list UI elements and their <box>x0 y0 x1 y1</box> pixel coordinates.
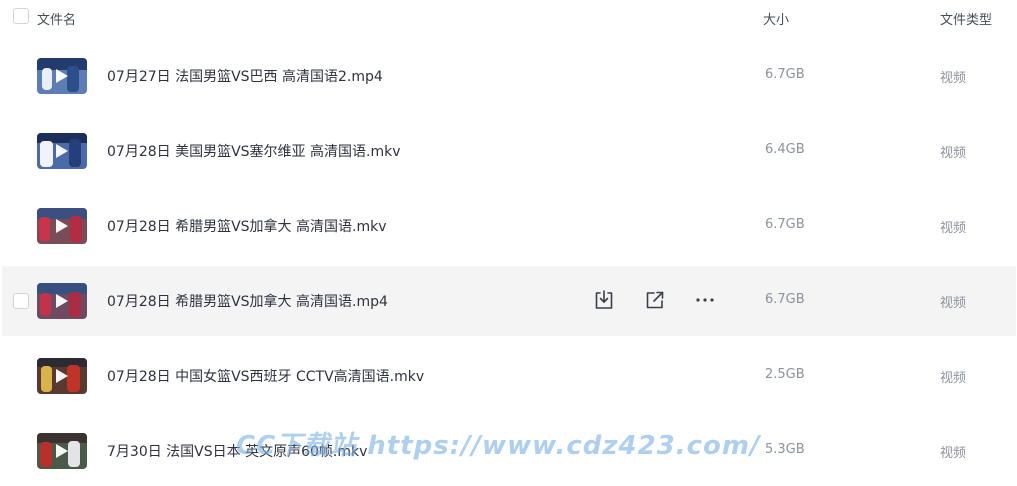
video-thumbnail <box>37 358 87 394</box>
file-type: 视频 <box>940 221 967 236</box>
file-row[interactable]: 07月28日 希腊男篮VS加拿大 高清国语.mkv 6.7GB 视频 <box>2 191 1016 261</box>
more-icon[interactable] <box>693 288 717 312</box>
file-row-hovered[interactable]: 07月28日 希腊男篮VS加拿大 高清国语.mp4 6.7GB 视频 <box>2 266 1016 336</box>
file-size: 6.7GB <box>765 67 805 82</box>
video-thumbnail <box>37 58 87 94</box>
play-icon <box>56 444 68 458</box>
column-header-type[interactable]: 文件类型 <box>940 9 992 28</box>
file-name[interactable]: 07月28日 美国男篮VS塞尔维亚 高清国语.mkv <box>107 141 400 161</box>
play-icon <box>56 144 68 158</box>
file-type: 视频 <box>940 296 967 311</box>
file-size: 5.3GB <box>765 442 805 457</box>
select-all-checkbox[interactable] <box>13 8 29 24</box>
file-name[interactable]: 07月28日 中国女篮VS西班牙 CCTV高清国语.mkv <box>107 366 424 386</box>
file-name[interactable]: 07月28日 希腊男篮VS加拿大 高清国语.mkv <box>107 216 386 236</box>
column-header-name[interactable]: 文件名 <box>37 9 76 28</box>
file-size: 6.7GB <box>765 217 805 232</box>
file-list-header: 文件名 大小 文件类型 <box>0 0 1017 36</box>
file-row[interactable]: 07月28日 美国男篮VS塞尔维亚 高清国语.mkv 6.4GB 视频 <box>2 116 1016 186</box>
file-row[interactable]: 07月28日 中国女篮VS西班牙 CCTV高清国语.mkv 2.5GB 视频 <box>2 341 1016 411</box>
file-size: 6.4GB <box>765 142 805 157</box>
site-watermark: CC下载站 https://www.cdz423.com/ <box>236 431 761 461</box>
row-checkbox[interactable] <box>13 293 29 309</box>
video-thumbnail <box>37 133 87 169</box>
video-thumbnail <box>37 283 87 319</box>
play-icon <box>56 294 68 308</box>
file-name[interactable]: 07月27日 法国男篮VS巴西 高清国语2.mp4 <box>107 66 383 86</box>
download-icon[interactable] <box>592 288 616 312</box>
play-icon <box>56 219 68 233</box>
play-icon <box>56 69 68 83</box>
file-size: 6.7GB <box>765 292 805 307</box>
share-icon[interactable] <box>643 288 667 312</box>
file-type: 视频 <box>940 71 967 86</box>
play-icon <box>56 369 68 383</box>
video-thumbnail <box>37 433 87 469</box>
file-type: 视频 <box>940 446 967 461</box>
video-thumbnail <box>37 208 87 244</box>
column-header-size[interactable]: 大小 <box>763 9 789 28</box>
file-name[interactable]: 07月28日 希腊男篮VS加拿大 高清国语.mp4 <box>107 291 388 311</box>
file-type: 视频 <box>940 371 967 386</box>
file-type: 视频 <box>940 146 967 161</box>
file-row[interactable]: 07月27日 法国男篮VS巴西 高清国语2.mp4 6.7GB 视频 <box>2 41 1016 111</box>
file-size: 2.5GB <box>765 367 805 382</box>
